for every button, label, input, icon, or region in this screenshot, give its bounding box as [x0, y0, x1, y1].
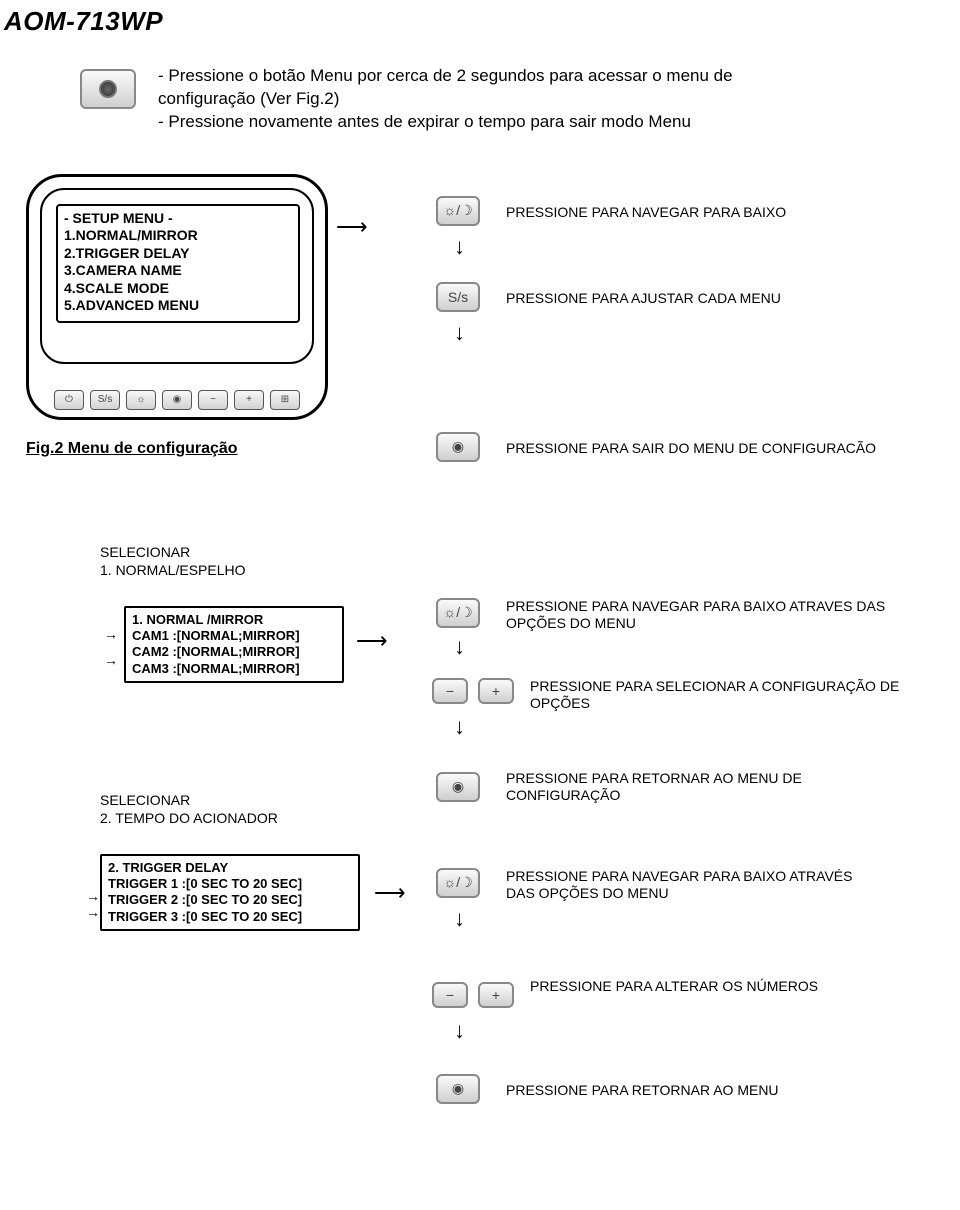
brightness-icon: ☼	[126, 390, 156, 410]
select-label-2: SELECIONAR	[100, 792, 190, 808]
normal-mirror-box: 1. NORMAL /MIRROR CAM1 :[NORMAL;MIRROR] …	[124, 606, 344, 683]
select-label-1: SELECIONAR	[100, 544, 190, 560]
plus-icon: +	[234, 390, 264, 410]
legend-adjust-menu: PRESSIONE PARA AJUSTAR CADA MENU	[506, 290, 781, 308]
arrow-down-icon: ↓	[454, 234, 465, 260]
brightness-button-icon: ☼/☽	[436, 868, 480, 898]
arrow-right-icon: ⟶	[356, 628, 388, 654]
legend-nav-options: PRESSIONE PARA NAVEGAR PARA BAIXO ATRAVE…	[506, 598, 886, 633]
legend-nav-options-2: PRESSIONE PARA NAVEGAR PARA BAIXO ATRAVÉ…	[506, 868, 866, 903]
menu-return-button-icon: ◉	[436, 772, 480, 802]
intro-line-1: - Pressione o botão Menu por cerca de 2 …	[158, 65, 778, 111]
brightness-button-icon: ☼/☽	[436, 598, 480, 628]
arrow-down-icon: ↓	[454, 320, 465, 346]
td-2: TRIGGER 2 :[0 SEC TO 20 SEC]	[108, 892, 352, 908]
legend-nav-down: PRESSIONE PARA NAVEGAR PARA BAIXO	[506, 204, 786, 222]
nm-cam1: CAM1 :[NORMAL;MIRROR]	[132, 628, 336, 644]
select-item-2: 2. TEMPO DO ACIONADOR	[100, 810, 278, 826]
td-title: 2. TRIGGER DELAY	[108, 860, 352, 876]
grid-icon: ⊞	[270, 390, 300, 410]
plus-button-icon: +	[478, 982, 514, 1008]
arrow-right-icon: →	[86, 904, 100, 922]
arrow-down-icon: ↓	[454, 906, 465, 932]
setup-menu-item: 4.SCALE MODE	[64, 280, 292, 298]
setup-menu-box: - SETUP MENU - 1.NORMAL/MIRROR 2.TRIGGER…	[56, 204, 300, 323]
nm-cam3: CAM3 :[NORMAL;MIRROR]	[132, 661, 336, 677]
ss-icon: S/s	[90, 390, 120, 410]
arrow-down-icon: ↓	[454, 1018, 465, 1044]
minus-button-icon: −	[432, 982, 468, 1008]
power-icon: ⏻	[54, 390, 84, 410]
legend-return-menu: PRESSIONE PARA RETORNAR AO MENU	[506, 1082, 779, 1100]
minus-icon: −	[198, 390, 228, 410]
intro-text: - Pressione o botão Menu por cerca de 2 …	[158, 65, 778, 134]
setup-menu-item: 5.ADVANCED MENU	[64, 297, 292, 315]
brightness-button-icon: ☼/☽	[436, 196, 480, 226]
legend-return-config: PRESSIONE PARA RETORNAR AO MENU DE CONFI…	[506, 770, 866, 805]
monitor-button-bar: ⏻ S/s ☼ ◉ − + ⊞	[26, 390, 328, 410]
legend-exit-config: PRESSIONE PARA SAIR DO MENU DE CONFIGURA…	[506, 440, 876, 458]
nm-title: 1. NORMAL /MIRROR	[132, 612, 336, 628]
minus-button-icon: −	[432, 678, 468, 704]
arrow-down-icon: ↓	[454, 634, 465, 660]
td-3: TRIGGER 3 :[0 SEC TO 20 SEC]	[108, 909, 352, 925]
nm-cam2: CAM2 :[NORMAL;MIRROR]	[132, 644, 336, 660]
menu-button-icon	[80, 69, 136, 109]
setup-menu-item: 2.TRIGGER DELAY	[64, 245, 292, 263]
monitor-frame: - SETUP MENU - 1.NORMAL/MIRROR 2.TRIGGER…	[26, 174, 328, 420]
diagram-area: - SETUP MENU - 1.NORMAL/MIRROR 2.TRIGGER…	[0, 174, 960, 1114]
figure-caption: Fig.2 Menu de configuração	[26, 440, 238, 458]
page-title: AOM-713WP	[0, 0, 960, 37]
intro-block: - Pressione o botão Menu por cerca de 2 …	[80, 65, 960, 134]
ss-button-icon: S/s	[436, 282, 480, 312]
trigger-delay-box: 2. TRIGGER DELAY TRIGGER 1 :[0 SEC TO 20…	[100, 854, 360, 931]
setup-menu-item: 3.CAMERA NAME	[64, 262, 292, 280]
arrow-right-icon: →	[104, 626, 118, 644]
select-item-1: 1. NORMAL/ESPELHO	[100, 562, 246, 578]
td-1: TRIGGER 1 :[0 SEC TO 20 SEC]	[108, 876, 352, 892]
intro-line-2: - Pressione novamente antes de expirar o…	[158, 111, 778, 134]
plus-button-icon: +	[478, 678, 514, 704]
arrow-right-icon: →	[104, 652, 118, 670]
menu-return-button-icon: ◉	[436, 1074, 480, 1104]
menu-exit-button-icon: ◉	[436, 432, 480, 462]
setup-menu-header: - SETUP MENU -	[64, 210, 292, 228]
setup-menu-item: 1.NORMAL/MIRROR	[64, 227, 292, 245]
arrow-right-icon: ⟶	[374, 880, 406, 906]
legend-select-options: PRESSIONE PARA SELECIONAR A CONFIGURAÇÃO…	[530, 678, 910, 713]
menu-icon: ◉	[162, 390, 192, 410]
arrow-right-icon: ⟶	[336, 214, 368, 240]
arrow-down-icon: ↓	[454, 714, 465, 740]
legend-change-numbers: PRESSIONE PARA ALTERAR OS NÚMEROS	[530, 978, 830, 996]
